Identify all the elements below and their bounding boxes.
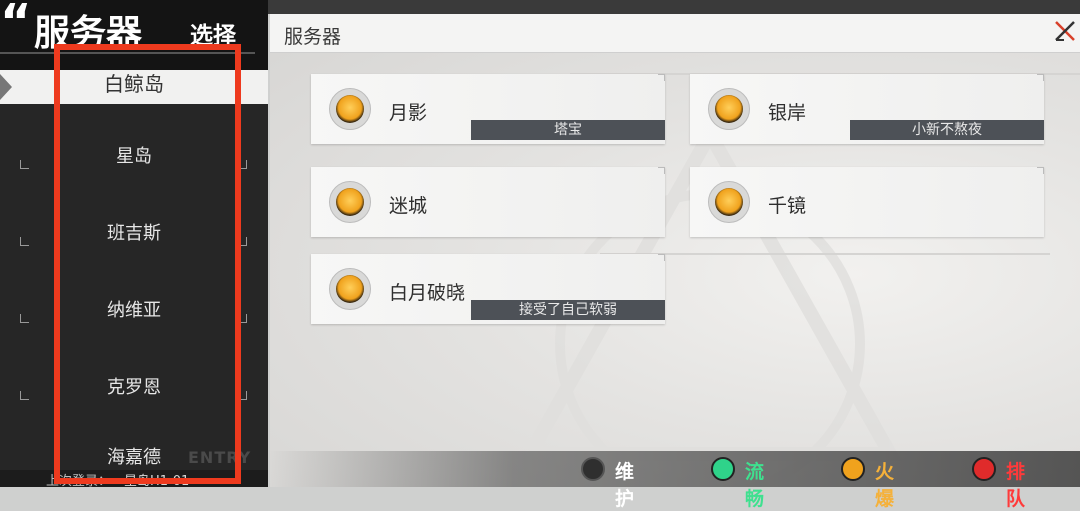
card-corner: [658, 254, 665, 261]
status-busy-icon: [708, 88, 750, 130]
queue-status-icon: [972, 457, 996, 481]
title-quote-mark: “: [0, 0, 31, 50]
panel-header: 服务器: [270, 14, 1080, 53]
close-button[interactable]: [1050, 14, 1080, 52]
status-busy-icon: [329, 181, 371, 223]
status-busy-icon: [708, 181, 750, 223]
card-corner: [658, 74, 665, 81]
status-busy-icon: [329, 88, 371, 130]
selected-arrow-icon: [0, 74, 12, 100]
annotation-highlight-box: [54, 44, 241, 484]
close-icon: [1055, 21, 1075, 41]
corner-bracket-icon: [20, 391, 29, 400]
panel-title: 服务器: [284, 26, 342, 48]
status-busy-icon: [329, 268, 371, 310]
corner-bracket-icon: [20, 237, 29, 246]
server-card-micheng[interactable]: 迷城: [311, 167, 665, 237]
corner-bracket-icon: [20, 160, 29, 169]
legend-label: 火爆: [875, 461, 895, 510]
server-tag: 塔宝: [471, 120, 665, 140]
server-name: 月影: [389, 102, 428, 124]
server-name: 千镜: [768, 195, 807, 217]
server-card-baiyuepoxiao[interactable]: 白月破晓 接受了自己软弱: [311, 254, 665, 324]
server-tag: 接受了自己软弱: [471, 300, 665, 320]
smooth-status-icon: [711, 457, 735, 481]
server-name: 迷城: [389, 195, 428, 217]
maintenance-status-icon: [581, 457, 605, 481]
status-legend: 维护 流畅 火爆 排队: [270, 451, 1080, 510]
server-name: 白月破晓: [389, 282, 466, 304]
card-corner: [1037, 167, 1044, 174]
server-panel: 服务器 月影 塔宝 银岸 小新不熬夜 迷城 千镜 白月破晓 接受了自己软弱: [270, 14, 1080, 487]
server-tag: 小新不熬夜: [850, 120, 1044, 140]
corner-bracket-icon: [20, 314, 29, 323]
card-corner: [1037, 74, 1044, 81]
server-name: 银岸: [768, 102, 807, 124]
server-card-yinan[interactable]: 银岸 小新不熬夜: [690, 74, 1044, 144]
server-card-qianjing[interactable]: 千镜: [690, 167, 1044, 237]
server-card-yueying[interactable]: 月影 塔宝: [311, 74, 665, 144]
legend-label: 排队: [1006, 461, 1026, 510]
legend-label: 维护: [615, 461, 635, 510]
busy-status-icon: [841, 457, 865, 481]
legend-label: 流畅: [745, 461, 765, 510]
card-corner: [658, 167, 665, 174]
